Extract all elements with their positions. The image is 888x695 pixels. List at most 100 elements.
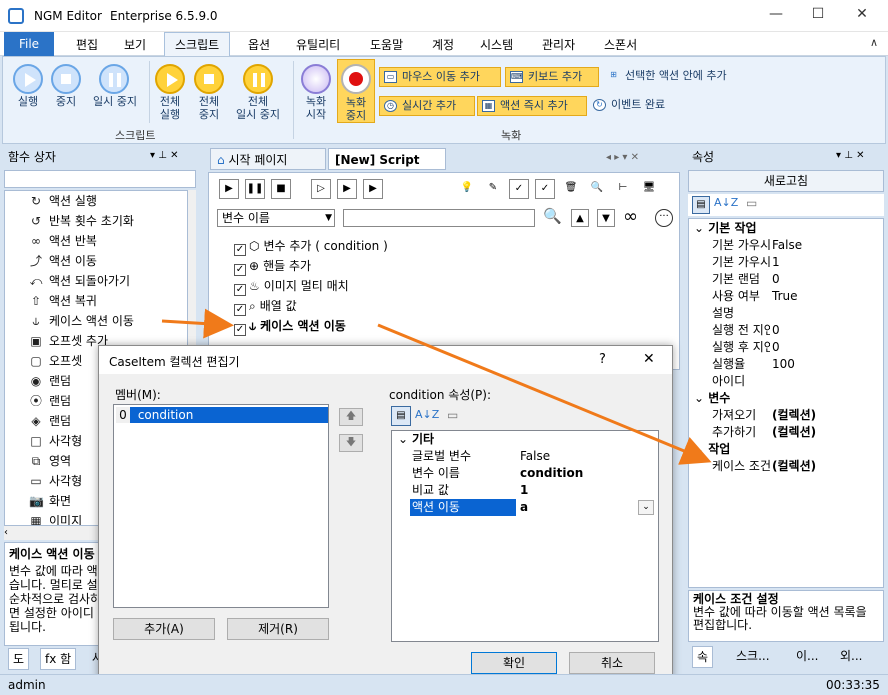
property-row[interactable]: 추가하기 (컬렉션) — [706, 424, 886, 441]
menu-admin[interactable]: 관리자 — [542, 36, 575, 53]
chevron-down-icon[interactable]: ⌄ — [638, 500, 654, 515]
tab-start-page[interactable]: ⌂ 시작 페이지 — [210, 148, 326, 170]
categorized-icon[interactable]: ▤ — [692, 196, 710, 214]
add-realtime-button[interactable]: ◷ 실시간 추가 — [379, 96, 475, 116]
alphabetical-icon[interactable]: A↓Z — [714, 196, 738, 209]
property-row[interactable]: 기본 가우시안1 — [706, 254, 886, 271]
remove-member-button[interactable]: 제거(R) — [227, 618, 329, 640]
script-stop-icon[interactable]: ■ — [271, 179, 291, 199]
tab-do[interactable]: 도 — [8, 648, 30, 670]
function-item[interactable]: ↺ 반복 횟수 초기화 — [31, 211, 134, 231]
function-item[interactable]: ◈ 랜덤 — [31, 411, 71, 431]
menu-edit[interactable]: 편집 — [76, 36, 98, 53]
script-step-over-icon[interactable]: ▶ — [337, 179, 357, 199]
dialog-close-icon[interactable]: ✕ — [643, 351, 655, 367]
properties-menu-icon[interactable]: ▾ ⊥ ✕ — [836, 150, 864, 161]
function-item[interactable]: ◉ 랜덤 — [31, 371, 71, 391]
refresh-button[interactable]: 새로고침 — [688, 170, 884, 192]
collapse-icon[interactable]: ⌄ — [694, 391, 704, 405]
search-field-dropdown[interactable]: 변수 이름 ▼ — [217, 209, 335, 227]
property-section[interactable]: ⌄ 변수 — [690, 390, 886, 407]
line-checkbox[interactable]: ✓ — [234, 324, 246, 336]
property-row[interactable]: 기본 가우시안False — [706, 237, 886, 254]
tab-nav-icon[interactable]: ◂ ▸ ▾ ✕ — [606, 152, 639, 163]
function-item[interactable]: ⇧ 액션 복귀 — [31, 291, 97, 311]
dialog-property-row[interactable]: 글로벌 변수 False — [392, 448, 657, 465]
check-all-icon[interactable]: ✓ — [509, 179, 529, 199]
property-section[interactable]: ⌄ 기본 작업 — [690, 220, 886, 237]
collapse-icon[interactable]: ⌄ — [398, 431, 408, 448]
panel-menu-icon[interactable]: ▾ ⊥ ✕ — [150, 150, 178, 161]
function-item[interactable]: ∞ 액션 반복 — [31, 231, 97, 251]
script-line[interactable]: ✓ ♨ 이미지 멀티 매치 — [234, 276, 349, 296]
close-icon[interactable]: ✕ — [852, 6, 872, 26]
line-checkbox[interactable]: ✓ — [234, 244, 246, 256]
script-play-icon[interactable]: ▶ — [219, 179, 239, 199]
script-step-icon[interactable]: ▷ — [311, 179, 331, 199]
ribbon-record-stop-button[interactable]: 녹화 중지 — [337, 59, 375, 123]
check-icon[interactable]: ✓ — [535, 179, 555, 199]
tab-properties[interactable]: 속 — [692, 646, 714, 668]
move-up-button[interactable]: 🡅 — [339, 408, 363, 426]
menu-system[interactable]: 시스템 — [480, 36, 513, 53]
function-item[interactable]: ⦿ 랜덤 — [30, 391, 71, 411]
tree-view-icon[interactable]: ⊢ — [613, 179, 633, 199]
dialog-categorized-icon[interactable]: ▤ — [391, 406, 411, 426]
property-row[interactable]: 가져오기 (컬렉션) — [706, 407, 886, 424]
property-row[interactable]: 사용 여부 True — [706, 288, 886, 305]
function-search-input[interactable] — [4, 170, 196, 188]
line-checkbox[interactable]: ✓ — [234, 304, 246, 316]
line-checkbox[interactable]: ✓ — [234, 264, 246, 276]
move-down-button[interactable]: 🡇 — [339, 434, 363, 452]
add-mouse-move-button[interactable]: ▭ 마우스 이동 추가 — [379, 67, 501, 87]
script-line[interactable]: ✓ ⬡ 변수 추가 ( condition ) — [234, 236, 388, 256]
menu-script[interactable]: 스크립트 — [164, 32, 231, 57]
tab-script[interactable]: 스크... — [732, 646, 774, 666]
more-icon[interactable]: ··· — [655, 209, 673, 227]
dialog-help-icon[interactable]: ? — [599, 352, 606, 367]
ok-button[interactable]: 확인 — [471, 652, 557, 674]
script-line[interactable]: ✓ ⊕ 핸들 추가 — [234, 256, 311, 276]
function-item[interactable]: ▭ 사각형 — [30, 471, 82, 491]
property-row[interactable]: 아이디 — [706, 373, 886, 390]
property-row[interactable]: 케이스 조건 (컬렉션) — [706, 458, 886, 475]
dialog-alphabetical-icon[interactable]: A↓Z — [415, 408, 439, 421]
dialog-property-row[interactable]: 비교 값1 — [392, 482, 657, 499]
add-keyboard-button[interactable]: ⌨ 키보드 추가 — [505, 67, 599, 87]
script-step-out-icon[interactable]: ▶ — [363, 179, 383, 199]
menu-options[interactable]: 옵션 — [248, 36, 270, 53]
tab-image[interactable]: 이... — [792, 646, 822, 666]
property-section[interactable]: ⌄ 작업 — [690, 441, 886, 458]
property-row[interactable]: 기본 랜덤 0 — [706, 271, 886, 288]
add-action-now-button[interactable]: ▦ 액션 즉시 추가 — [477, 96, 587, 116]
idea-icon[interactable]: 💡 — [457, 179, 477, 199]
delete-icon[interactable]: 🗑 — [561, 179, 581, 199]
script-line[interactable]: ✓ ⌕ 배열 값 — [234, 296, 297, 316]
tab-external[interactable]: 외... — [836, 646, 866, 666]
property-row[interactable]: 실행 전 지연 0 — [706, 322, 886, 339]
monitor-icon[interactable]: 🖥 — [639, 179, 659, 199]
menu-account[interactable]: 계정 — [432, 36, 454, 53]
collapse-icon[interactable]: ⌄ — [694, 442, 704, 456]
add-member-button[interactable]: 추가(A) — [113, 618, 215, 640]
edit-icon[interactable]: ✎ — [483, 179, 503, 199]
menu-file[interactable]: File — [4, 32, 54, 56]
function-item[interactable]: ⧉ 영역 — [32, 451, 71, 471]
function-item[interactable]: ⤺ 액션 되돌아가기 — [30, 271, 131, 291]
function-item[interactable]: □ 사각형 — [30, 431, 82, 451]
infinity-icon[interactable]: ∞ — [623, 206, 638, 227]
function-item[interactable]: 📷 화면 — [29, 491, 71, 511]
script-line[interactable]: ✓ ⫝ 케이스 액션 이동 — [234, 316, 346, 336]
function-item[interactable]: ↻ 액션 실행 — [31, 191, 97, 211]
search-down-icon[interactable]: ▼ — [597, 209, 615, 227]
member-item-condition[interactable]: 0 condition — [116, 407, 328, 423]
function-item[interactable]: ▦ 이미지 — [30, 511, 82, 525]
search-up-icon[interactable]: ▲ — [571, 209, 589, 227]
property-row[interactable]: 설명 — [706, 305, 886, 322]
function-item[interactable]: ⤴ 액션 이동 — [30, 251, 97, 271]
event-complete-button[interactable]: ↻ 이벤트 완료 — [589, 96, 689, 116]
dialog-property-pages-icon[interactable]: ▭ — [447, 408, 458, 422]
menu-sponsor[interactable]: 스폰서 — [604, 36, 637, 53]
menu-help[interactable]: 도움말 — [370, 36, 403, 53]
line-checkbox[interactable]: ✓ — [234, 284, 246, 296]
